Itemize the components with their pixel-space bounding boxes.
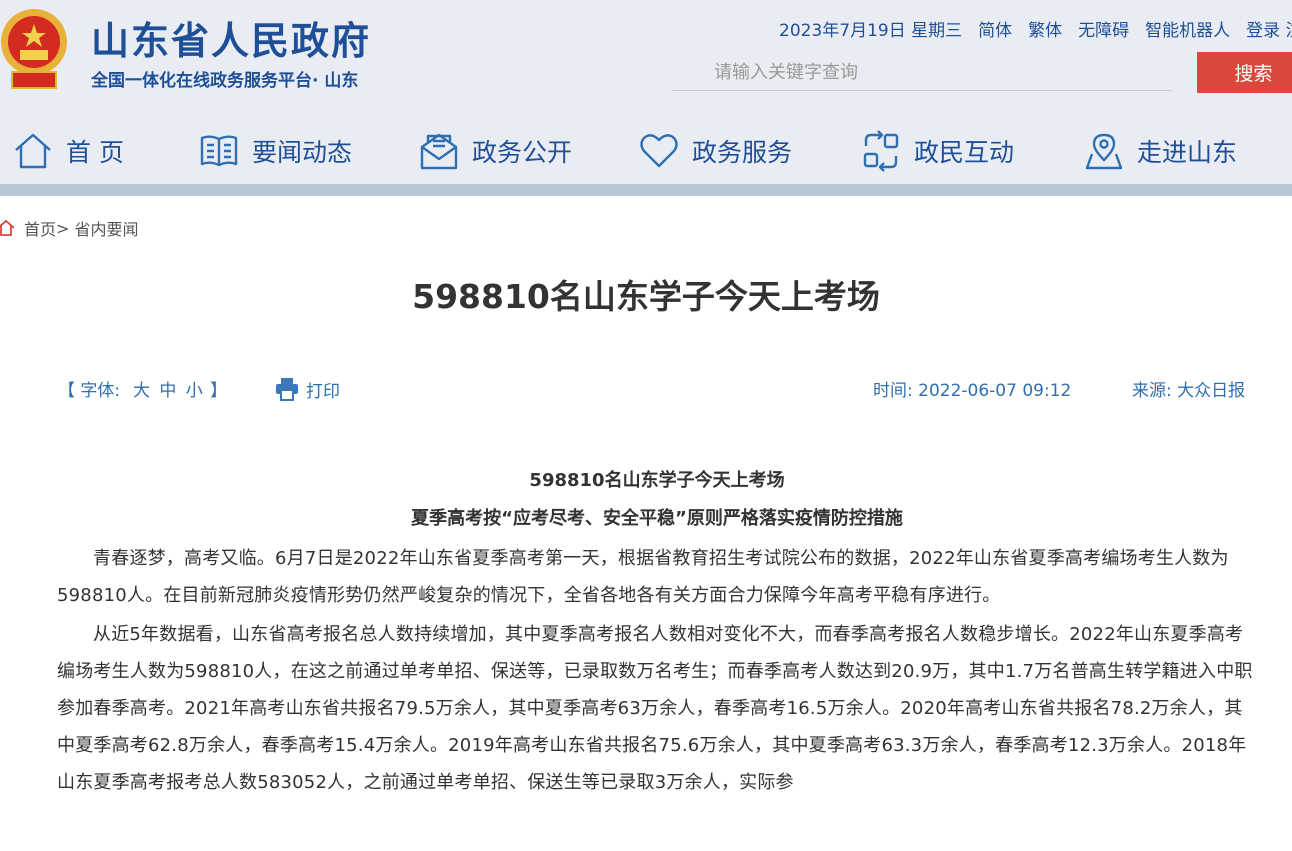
location-map-icon — [1085, 133, 1123, 170]
breadcrumb-current[interactable]: 省内要闻 — [75, 216, 139, 240]
font-size-switcher: 【 字体: 大 中 小 】 — [58, 376, 227, 401]
article-subhead: 598810名山东学子今天上考场 — [529, 470, 785, 491]
article-paragraph: 从近5年数据看，山东省高考报名总人数持续增加，其中夏季高考报名人数相对变化不大，… — [57, 624, 1253, 793]
font-size-medium[interactable]: 中 — [159, 381, 176, 401]
font-size-small[interactable]: 小 — [186, 381, 203, 401]
font-size-label: 【 字体: — [58, 381, 121, 401]
home-icon — [0, 219, 14, 236]
publish-time: 时间: 2022-06-07 09:12 — [873, 381, 1072, 401]
newspaper-icon — [200, 135, 238, 167]
site-title[interactable]: 山东省人民政府 — [91, 10, 371, 65]
nav-label: 政务服务 — [692, 138, 793, 167]
article-subhead: 夏季高考按“应考尽考、安全平稳”原则严格落实疫情防控措施 — [411, 508, 903, 529]
site-header: 山东省人民政府 全国一体化在线政务服务平台· 山东 2023年7月19日 星期三… — [0, 0, 1292, 196]
printer-icon — [276, 378, 298, 401]
article-paragraph: 青春逐梦，高考又临。6月7日是2022年山东省夏季高考第一天，根据省教育招生考试… — [57, 548, 1229, 606]
heart-icon — [640, 134, 678, 168]
simplified-link[interactable]: 简体 — [978, 16, 1012, 41]
nav-label: 要闻动态 — [252, 138, 353, 167]
top-links: 2023年7月19日 星期三 简体 繁体 无障碍 智能机器人 登录 注 — [779, 16, 1292, 41]
nav-news[interactable]: 要闻动态 — [198, 128, 352, 174]
print-label: 打印 — [306, 381, 340, 402]
nav-label: 政务公开 — [472, 138, 573, 167]
breadcrumb: 首页 > 省内要闻 — [0, 216, 139, 240]
nav-home[interactable]: 首 页 — [12, 128, 124, 174]
nav-label: 政民互动 — [914, 138, 1015, 167]
font-size-close: 】 — [210, 381, 228, 401]
search-button[interactable]: 搜索 — [1197, 52, 1292, 93]
current-date: 2023年7月19日 星期三 — [779, 21, 963, 41]
nav-interaction[interactable]: 政民互动 — [860, 128, 1014, 174]
font-size-large[interactable]: 大 — [133, 381, 150, 401]
print-button[interactable]: 打印 — [274, 376, 340, 402]
nav-gov-services[interactable]: 政务服务 — [638, 128, 792, 174]
interaction-icon — [863, 130, 899, 172]
nav-gov-affairs[interactable]: 政务公开 — [418, 128, 572, 174]
breadcrumb-home[interactable]: 首页 — [24, 216, 56, 240]
nav-divider — [0, 184, 1292, 196]
national-emblem-icon — [1, 9, 67, 89]
main-nav: 首 页 要闻动态 政务公开 政务服务 政民互动 走进山东 — [0, 120, 1292, 182]
article-title: 598810名山东学子今天上考场 — [412, 277, 880, 316]
article-source: 来源: 大众日报 — [1132, 381, 1246, 401]
breadcrumb-separator: > — [56, 218, 70, 238]
mail-open-icon — [420, 133, 458, 170]
nav-label: 首 页 — [66, 138, 124, 167]
search-input[interactable] — [672, 54, 1172, 91]
traditional-link[interactable]: 繁体 — [1028, 16, 1062, 41]
site-subtitle: 全国一体化在线政务服务平台· 山东 — [91, 71, 359, 91]
home-icon — [15, 133, 51, 169]
accessibility-link[interactable]: 无障碍 — [1078, 16, 1129, 41]
smart-robot-link[interactable]: 智能机器人 — [1145, 16, 1230, 41]
nav-label: 走进山东 — [1137, 138, 1238, 167]
login-link[interactable]: 登录 注 — [1246, 16, 1292, 41]
nav-shandong[interactable]: 走进山东 — [1083, 128, 1237, 174]
article-body: 598810名山东学子今天上考场 夏季高考按“应考尽考、安全平稳”原则严格落实疫… — [57, 462, 1257, 801]
